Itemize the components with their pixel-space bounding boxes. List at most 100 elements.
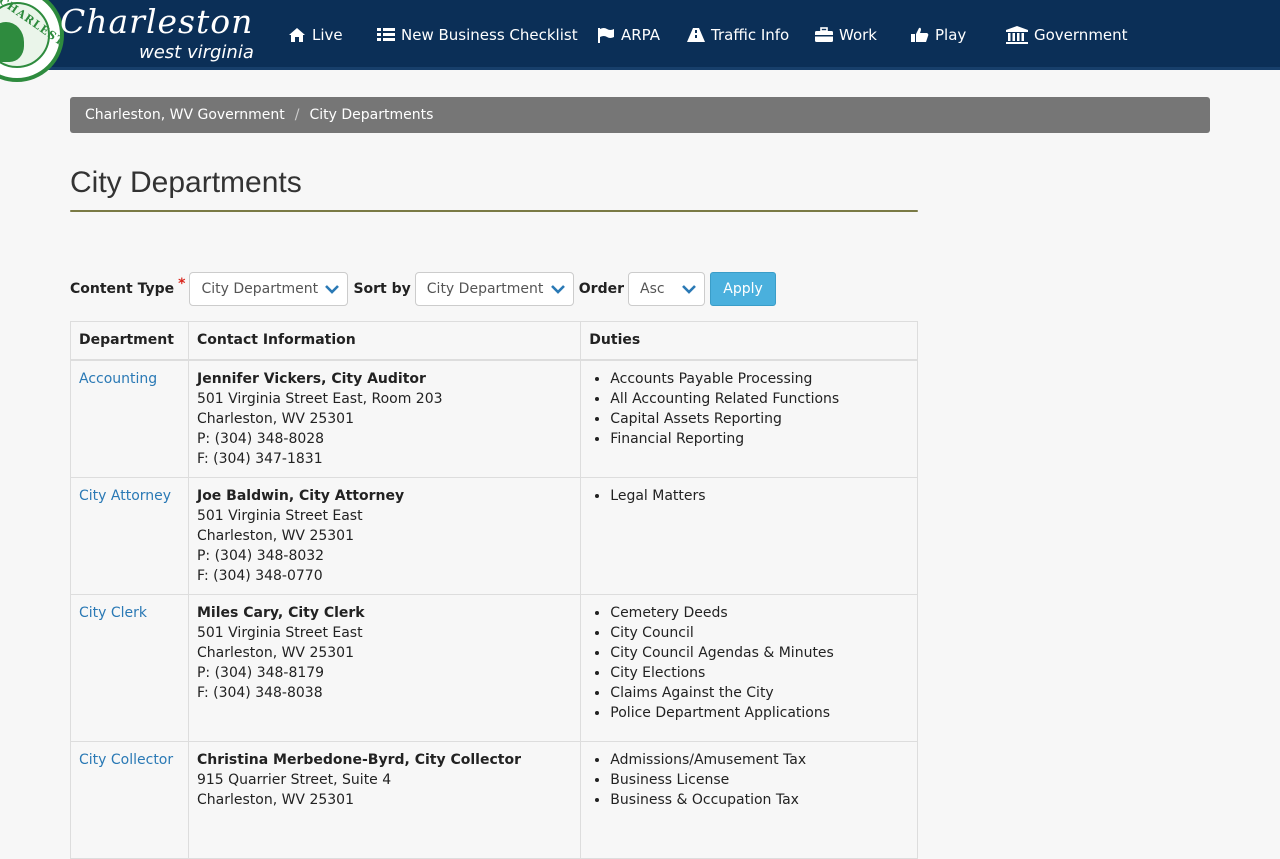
department-cell: Accounting	[70, 359, 189, 478]
duty-item: Admissions/Amusement Tax	[610, 750, 909, 770]
table-row: Accounting Jennifer Vickers, City Audito…	[70, 359, 918, 478]
filter-bar: Content Type * City Department Sort by C…	[70, 272, 777, 306]
contact-fax: F: (304) 347-1831	[196, 450, 323, 467]
order-select[interactable]: Asc	[628, 272, 706, 306]
road-icon	[687, 28, 705, 42]
nav-label: Live	[312, 26, 343, 44]
duties-cell: Cemetery Deeds City Council City Council…	[580, 593, 918, 742]
contact-address-line1: 501 Virginia Street East	[196, 624, 363, 641]
duty-item: Legal Matters	[610, 486, 909, 506]
nav-label: Play	[935, 26, 967, 44]
department-link[interactable]: City Clerk	[79, 605, 147, 621]
chevron-down-icon	[325, 285, 340, 294]
contact-address-line2: Charleston, WV 25301	[196, 410, 354, 427]
site-header: CHARLESTON Charleston west virginia Live…	[0, 0, 1280, 82]
department-link[interactable]: City Collector	[79, 752, 173, 768]
duties-list: Legal Matters	[589, 486, 909, 506]
contact-address-line2: Charleston, WV 25301	[196, 644, 354, 661]
briefcase-icon	[815, 27, 833, 42]
nav-item-arpa[interactable]: ARPA	[597, 25, 660, 45]
contact-fax: F: (304) 348-0770	[196, 567, 323, 584]
breadcrumb-separator: /	[294, 107, 300, 123]
department-link[interactable]: Accounting	[79, 371, 157, 387]
contact-address-line1: 501 Virginia Street East	[196, 507, 363, 524]
duty-item: Financial Reporting	[610, 429, 909, 449]
breadcrumb: Charleston, WV Government / City Departm…	[70, 97, 1210, 133]
content-type-select[interactable]: City Department	[189, 272, 349, 306]
column-header-department: Department	[70, 321, 189, 361]
home-icon	[289, 28, 305, 42]
city-seal-logo[interactable]: CHARLESTON	[0, 0, 64, 82]
duty-item: Cemetery Deeds	[610, 603, 909, 623]
contact-address-line1: 915 Quarrier Street, Suite 4	[196, 771, 392, 788]
nav-label: ARPA	[621, 26, 661, 44]
contact-name: Jennifer Vickers, City Auditor	[196, 370, 426, 387]
nav-item-work[interactable]: Work	[815, 25, 877, 45]
nav-label: Work	[839, 26, 877, 44]
duty-item: All Accounting Related Functions	[610, 389, 909, 409]
duty-item: Accounts Payable Processing	[610, 369, 909, 389]
duty-item: Claims Against the City	[610, 683, 909, 703]
department-cell: City Clerk	[70, 593, 189, 742]
nav-label: Government	[1034, 26, 1128, 44]
page-title: City Departments	[70, 166, 302, 199]
contact-name: Joe Baldwin, City Attorney	[196, 487, 405, 504]
contact-cell: Joe Baldwin, City Attorney 501 Virginia …	[187, 476, 582, 595]
sort-by-select[interactable]: City Department	[414, 272, 574, 306]
duties-list: Accounts Payable Processing All Accounti…	[589, 369, 909, 449]
nav-item-government[interactable]: Government	[1006, 25, 1128, 45]
table-row: City Attorney Joe Baldwin, City Attorney…	[70, 476, 918, 595]
duty-item: City Council Agendas & Minutes	[610, 643, 909, 663]
title-divider	[70, 210, 918, 212]
required-marker: *	[178, 276, 186, 292]
chevron-down-icon	[550, 285, 565, 294]
sort-by-value: City Department	[426, 281, 544, 297]
content-type-value: City Department	[201, 281, 319, 297]
order-value: Asc	[640, 281, 665, 297]
contact-phone: P: (304) 348-8179	[196, 664, 325, 681]
duty-item: Capital Assets Reporting	[610, 409, 909, 429]
contact-address-line1: 501 Virginia Street East, Room 203	[196, 390, 443, 407]
chevron-down-icon	[682, 285, 696, 294]
contact-address-line2: Charleston, WV 25301	[196, 527, 354, 544]
contact-cell: Miles Cary, City Clerk 501 Virginia Stre…	[187, 593, 582, 742]
duties-cell: Legal Matters	[580, 476, 918, 595]
nav-item-live[interactable]: Live	[288, 25, 343, 45]
brand-subtitle[interactable]: west virginia	[139, 42, 254, 63]
flag-icon	[598, 28, 614, 43]
contact-fax: F: (304) 348-8038	[196, 684, 323, 701]
nav-label: New Business Checklist	[401, 26, 578, 44]
duties-list: Admissions/Amusement Tax Business Licens…	[589, 750, 909, 810]
institution-icon	[1006, 26, 1028, 44]
breadcrumb-current: City Departments	[309, 107, 434, 123]
nav-item-play[interactable]: Play	[911, 25, 966, 45]
nav-label: Traffic Info	[711, 26, 790, 44]
breadcrumb-home-link[interactable]: Charleston, WV Government	[85, 107, 285, 123]
column-header-duties: Duties	[580, 321, 918, 361]
table-header-row: Department Contact Information Duties	[70, 321, 918, 361]
contact-phone: P: (304) 348-8032	[196, 547, 325, 564]
duties-list: Cemetery Deeds City Council City Council…	[589, 603, 909, 723]
order-label: Order	[578, 281, 625, 297]
brand-title[interactable]: Charleston	[60, 2, 253, 41]
contact-name: Miles Cary, City Clerk	[196, 604, 365, 621]
column-header-contact: Contact Information	[187, 321, 582, 361]
content-type-label: Content Type	[70, 281, 175, 297]
contact-name: Christina Merbedone-Byrd, City Collector	[196, 751, 521, 768]
thumbs-up-icon	[911, 27, 929, 42]
contact-cell: Jennifer Vickers, City Auditor 501 Virgi…	[187, 359, 582, 478]
duty-item: Business License	[610, 770, 909, 790]
apply-button[interactable]: Apply	[710, 272, 777, 306]
list-icon	[377, 28, 395, 41]
department-cell: City Attorney	[70, 476, 189, 595]
nav-item-new-business-checklist[interactable]: New Business Checklist	[377, 25, 578, 45]
table-row: City Clerk Miles Cary, City Clerk 501 Vi…	[70, 593, 918, 742]
duties-cell: Accounts Payable Processing All Accounti…	[580, 359, 918, 478]
duty-item: City Elections	[610, 663, 909, 683]
duty-item: Police Department Applications	[610, 703, 909, 723]
contact-phone: P: (304) 348-8028	[196, 430, 325, 447]
nav-item-traffic-info[interactable]: Traffic Info	[687, 25, 789, 45]
sort-by-label: Sort by	[353, 281, 411, 297]
department-link[interactable]: City Attorney	[79, 488, 171, 504]
duty-item: City Council	[610, 623, 909, 643]
